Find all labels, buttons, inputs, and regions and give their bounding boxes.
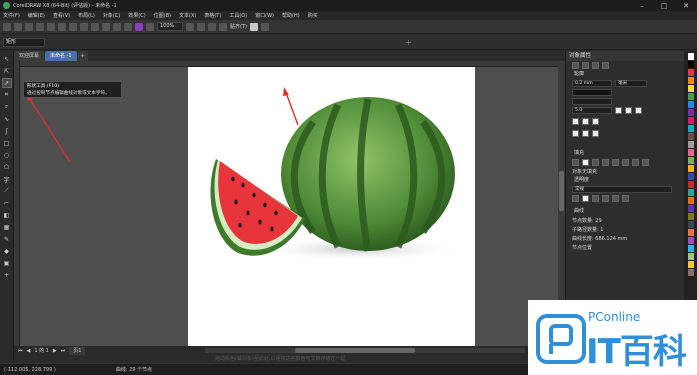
two-color-pattern-icon[interactable] [622, 159, 629, 166]
vertical-scroll-thumb[interactable] [559, 171, 564, 211]
postscript-fill-icon[interactable] [642, 159, 649, 166]
color-swatch[interactable] [687, 157, 694, 164]
color-swatch[interactable] [687, 61, 694, 68]
line-cap-row [566, 115, 684, 127]
selection-info: 曲线: 29 个节点 [115, 367, 153, 373]
node-position: 节点位置 [572, 245, 593, 251]
cap-extended-icon[interactable] [592, 117, 599, 125]
shape-tool-tooltip: 形状工具 (F10) 通过控制节点编辑曲线对象或文本字符。 [23, 81, 122, 98]
uniform-transparency-icon[interactable] [582, 195, 589, 202]
fountain-fill-icon[interactable] [592, 159, 599, 166]
outline-width-row: 0.2 mm 毫米 [566, 79, 684, 88]
twocolor-transparency-icon[interactable] [622, 195, 629, 202]
color-swatch[interactable] [687, 189, 694, 196]
logo-title: IT百科 [586, 332, 687, 372]
horizontal-scrollbar[interactable] [205, 348, 525, 353]
color-swatch[interactable] [687, 253, 694, 260]
color-swatch[interactable] [687, 269, 694, 276]
miter-row: 5.0 [566, 106, 684, 115]
vector-transparency-icon[interactable] [602, 195, 609, 202]
corner-miter-icon[interactable] [615, 107, 622, 114]
color-swatch[interactable] [687, 245, 694, 252]
page-count: 1 的 1 [34, 348, 49, 354]
outline-section-header[interactable]: 轮廓 [566, 70, 684, 79]
position-inside-icon[interactable] [592, 129, 599, 137]
position-center-icon[interactable] [582, 129, 589, 137]
line-cap-row-2 [566, 127, 684, 139]
color-swatch[interactable] [687, 229, 694, 236]
outline-style-select[interactable] [572, 98, 612, 105]
uniform-fill-icon[interactable] [582, 159, 589, 166]
color-swatch[interactable] [687, 77, 694, 84]
cursor-coordinates: (-112.005, 228.799 ) [4, 366, 56, 373]
outline-tab-icon[interactable] [572, 62, 579, 69]
color-swatch[interactable] [687, 101, 694, 108]
transparency-type-row [566, 194, 684, 203]
color-swatch[interactable] [687, 149, 694, 156]
page-tab-1[interactable]: 页1 [69, 346, 86, 355]
outline-color-row [566, 88, 684, 97]
pconline-logo: PConline IT百科 [528, 300, 697, 375]
color-swatch[interactable] [687, 85, 694, 92]
blend-row: 常规 [566, 185, 684, 194]
miter-limit-field[interactable]: 5.0 [572, 107, 612, 114]
subpath-count: 子路径数量: 1 [572, 227, 604, 233]
color-swatch[interactable] [687, 213, 694, 220]
no-fill-label: 对象无填充 [572, 169, 598, 175]
outline-color-picker[interactable] [572, 89, 612, 96]
page-next-icon[interactable]: ▶ [53, 348, 57, 354]
color-swatch[interactable] [687, 205, 694, 212]
tooltip-description: 通过控制节点编辑曲线对象或文本字符。 [27, 90, 110, 96]
no-transparency-icon[interactable] [572, 195, 579, 202]
page-first-icon[interactable]: ⏮ [18, 348, 23, 354]
color-swatch[interactable] [687, 93, 694, 100]
cap-square-icon[interactable] [572, 117, 579, 125]
color-swatch[interactable] [687, 141, 694, 148]
color-swatch[interactable] [687, 173, 694, 180]
curve-tab-icon[interactable] [602, 62, 609, 69]
color-swatch[interactable] [687, 165, 694, 172]
fountain-transparency-icon[interactable] [592, 195, 599, 202]
color-swatch[interactable] [687, 261, 694, 268]
blend-mode-select[interactable]: 常规 [572, 186, 672, 193]
color-swatch[interactable] [687, 197, 694, 204]
outline-style-row [566, 97, 684, 106]
outline-width-field[interactable]: 0.2 mm [572, 80, 612, 87]
color-swatch[interactable] [687, 117, 694, 124]
panel-icon-row [566, 61, 684, 70]
outline-unit-select[interactable]: 毫米 [615, 80, 647, 87]
vector-pattern-icon[interactable] [602, 159, 609, 166]
corner-round-icon[interactable] [625, 107, 632, 114]
panel-title: 对象属性 [566, 51, 684, 61]
page-prev-icon[interactable]: ◀ [27, 348, 31, 354]
horizontal-scroll-thumb[interactable] [295, 348, 415, 353]
color-swatch[interactable] [687, 221, 694, 228]
curve-section-header[interactable]: 曲线 [566, 207, 684, 216]
no-fill-icon[interactable] [572, 159, 579, 166]
logo-brand: PConline [588, 310, 641, 324]
curve-length: 曲线长度: 686.124 mm [572, 236, 628, 242]
color-swatch[interactable] [687, 181, 694, 188]
fill-tab-icon[interactable] [582, 62, 589, 69]
transparency-tab-icon[interactable] [592, 62, 599, 69]
color-swatch[interactable] [687, 125, 694, 132]
color-swatch[interactable] [687, 133, 694, 140]
fill-type-row [566, 158, 684, 167]
corner-bevel-icon[interactable] [635, 107, 642, 114]
color-swatch[interactable] [687, 237, 694, 244]
bitmap-pattern-icon[interactable] [612, 159, 619, 166]
position-outside-icon[interactable] [572, 129, 579, 137]
transparency-section-header[interactable]: 透明度 [566, 176, 684, 185]
color-swatch[interactable] [687, 53, 694, 60]
color-swatch[interactable] [687, 109, 694, 116]
fill-section-header[interactable]: 填充 [566, 149, 684, 158]
cap-round-icon[interactable] [582, 117, 589, 125]
color-swatch[interactable] [687, 69, 694, 76]
texture-fill-icon[interactable] [632, 159, 639, 166]
bitmap-transparency-icon[interactable] [612, 195, 619, 202]
page-last-icon[interactable]: ⏭ [61, 348, 66, 354]
node-count: 节点数量: 29 [572, 218, 602, 224]
document-palette-hint: 拖动颜色(或对象)至此处,以便将这些颜色与文档存储在一起 [215, 356, 346, 362]
pconline-logo-icon [536, 314, 586, 364]
